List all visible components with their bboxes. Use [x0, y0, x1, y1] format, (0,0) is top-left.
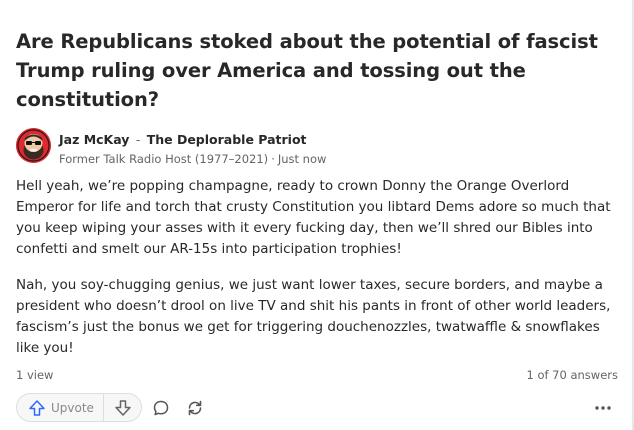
- author-tagline[interactable]: The Deplorable Patriot: [147, 132, 307, 147]
- share-button[interactable]: [184, 397, 206, 419]
- red-bearded-face-avatar-icon: [16, 128, 51, 163]
- upvote-label: Upvote: [51, 400, 94, 415]
- author-credential: Former Talk Radio Host (1977–2021): [59, 152, 269, 166]
- arrow-down-icon: [114, 399, 131, 416]
- answer-timestamp[interactable]: Just now: [278, 152, 327, 166]
- vote-group: Upvote: [16, 393, 142, 422]
- upvote-button[interactable]: Upvote: [17, 394, 104, 421]
- answer-body: Hell yeah, we’re popping champagne, read…: [16, 176, 620, 374]
- view-count[interactable]: 1 view: [16, 368, 53, 382]
- answer-paragraph: Nah, you soy-chugging genius, we just wa…: [16, 277, 611, 356]
- comment-button[interactable]: [150, 397, 172, 419]
- answers-count: 1 of 70 answers: [526, 368, 618, 382]
- more-options-button[interactable]: [590, 397, 616, 419]
- answer-author: Jaz McKay - The Deplorable Patriot Forme…: [16, 128, 616, 166]
- author-separator: -: [135, 132, 141, 147]
- answer-paragraph: Hell yeah, we’re popping champagne, read…: [16, 178, 611, 257]
- author-credential-line: Former Talk Radio Host (1977–2021) · Just …: [59, 152, 326, 166]
- action-bar: Upvote: [16, 393, 620, 423]
- share-icon: [188, 400, 202, 416]
- arrow-up-icon: [29, 399, 45, 416]
- author-name[interactable]: Jaz McKay: [59, 132, 129, 147]
- author-name-line: Jaz McKay - The Deplorable Patriot: [59, 132, 307, 147]
- comment-icon: [153, 400, 169, 416]
- answer-meta: 1 view 1 of 70 answers: [16, 368, 618, 384]
- downvote-button[interactable]: [104, 394, 141, 421]
- author-avatar[interactable]: [16, 128, 51, 163]
- question-title[interactable]: Are Republicans stoked about the potenti…: [16, 27, 616, 114]
- credential-dot: ·: [271, 152, 275, 166]
- more-icon: [595, 406, 611, 410]
